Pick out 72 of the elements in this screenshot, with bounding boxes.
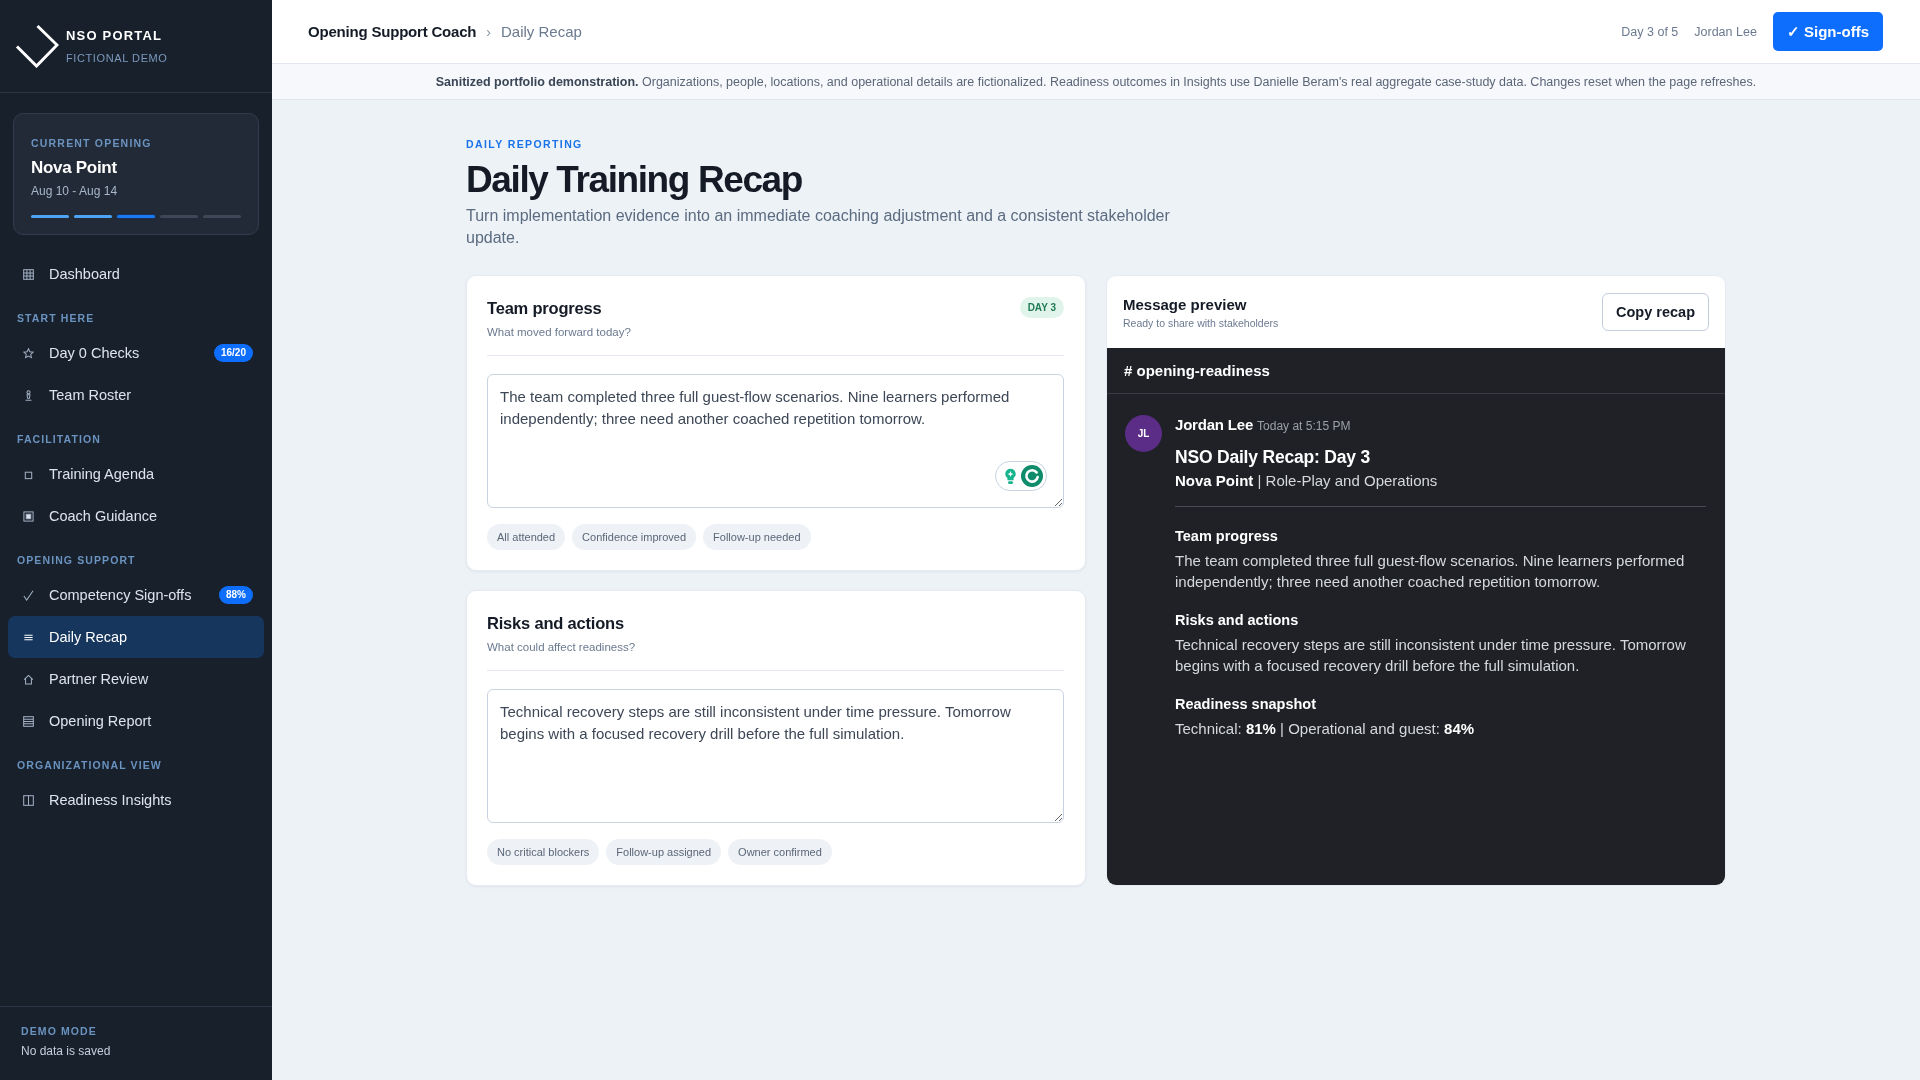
portal-tagline: FICTIONAL DEMO xyxy=(66,50,168,65)
columns-icon xyxy=(23,794,34,806)
suggestion-chip[interactable]: Follow-up assigned xyxy=(606,839,722,865)
suggestion-chip[interactable]: No critical blockers xyxy=(487,839,600,865)
check-icon xyxy=(23,589,34,601)
page-title: Daily Training Recap xyxy=(466,158,803,202)
message-section-title: Team progress xyxy=(1175,527,1279,546)
framed-square-icon xyxy=(23,510,34,522)
footer-text: No data is saved xyxy=(21,1043,112,1059)
message-heading: NSO Daily Recap: Day 3 xyxy=(1175,446,1371,469)
sidebar-item[interactable]: Readiness Insights xyxy=(8,779,264,821)
card-subtitle: What could affect readiness? xyxy=(487,640,636,655)
section-heading: OPENING SUPPORT xyxy=(17,553,137,567)
suggestion-chip[interactable]: Confidence improved xyxy=(572,524,697,550)
user-avatar: JL xyxy=(1125,415,1162,452)
copy-recap-button[interactable]: Copy recap xyxy=(1602,293,1709,331)
ring-logo-icon xyxy=(1021,465,1043,487)
person-icon xyxy=(23,389,34,401)
section-label: DAILY REPORTING xyxy=(466,137,584,151)
suggestion-chip[interactable]: Follow-up needed xyxy=(703,524,811,550)
card-title: Risks and actions xyxy=(487,613,625,634)
suggestion-chip[interactable]: Owner confirmed xyxy=(728,839,832,865)
opening-name: Nova Point xyxy=(31,157,118,179)
sidebar-item[interactable]: Team Roster xyxy=(8,374,264,416)
author-name: Jordan Lee xyxy=(1175,416,1254,433)
sidebar-item[interactable]: Opening Report xyxy=(8,700,264,742)
house-icon xyxy=(23,673,34,685)
card-title: Message preview xyxy=(1123,294,1248,314)
message-section-title: Risks and actions xyxy=(1175,611,1300,630)
count-badge: 88% xyxy=(219,586,253,604)
card-label: CURRENT OPENING xyxy=(31,136,153,150)
open-diamond-logo-icon xyxy=(15,24,59,68)
footer-label: DEMO MODE xyxy=(21,1024,98,1038)
card-title: Team progress xyxy=(487,298,603,319)
count-badge: 16/20 xyxy=(213,344,253,362)
card-subtitle: Ready to share with stakeholders xyxy=(1123,315,1279,330)
message-subheading: Nova Point | Role-Play and Operations xyxy=(1175,471,1439,491)
user-name: Jordan Lee xyxy=(1694,24,1757,39)
breadcrumb-separator: › xyxy=(486,23,491,40)
list-icon xyxy=(23,715,34,727)
note-text-area[interactable]: Technical recovery steps are still inconsistent under time pressure. Tomorrow begins with a focused recovery drill before the full simulation. xyxy=(487,689,1064,823)
sidebar-item[interactable]: Daily Recap xyxy=(8,616,264,658)
grid-icon xyxy=(23,268,34,280)
message-section-title: Readiness snapshot xyxy=(1175,695,1317,714)
lightbulb-icon xyxy=(1004,467,1017,485)
section-heading: FACILITATION xyxy=(17,432,102,446)
sidebar-item[interactable]: Coach Guidance xyxy=(8,495,264,537)
message-time: Today at 5:15 PM xyxy=(1257,419,1351,433)
message-section-text: The team completed three full guest-flow scenarios. Nine learners performed independently; three need another coached repetition tomorrow. xyxy=(1175,551,1686,592)
breadcrumb-link[interactable]: Opening Support Coach xyxy=(308,23,477,40)
suggestion-chip[interactable]: All attended xyxy=(487,524,566,550)
star-icon xyxy=(23,347,34,359)
sidebar-item[interactable]: Partner Review xyxy=(8,658,264,700)
channel-name: # opening-readiness xyxy=(1124,362,1270,379)
demo-notice: Sanitized portfolio demonstration. Organizations, people, locations, and operational details are fictionalized. Readiness outcomes in Insights use Danielle Beram's real aggregate case-study data. Changes reset when the page refreshes. xyxy=(435,74,1757,89)
sidebar-item[interactable]: Dashboard xyxy=(8,253,264,295)
sidebar-item[interactable]: Day 0 Checks 16/20 xyxy=(8,332,264,374)
portal-name: NSO PORTAL xyxy=(66,27,164,44)
message-section-text: Technical: 81% | Operational and guest: 84% xyxy=(1175,719,1476,739)
sidebar-item[interactable]: Competency Sign-offs 88% xyxy=(8,574,264,616)
message-section-text: Technical recovery steps are still inconsistent under time pressure. Tomorrow begins with a focused recovery drill before the full simulation. xyxy=(1175,635,1687,676)
section-heading: ORGANIZATIONAL VIEW xyxy=(17,758,163,772)
breadcrumb-current: Daily Recap xyxy=(500,23,582,40)
sign-offs-button[interactable]: ✓ Sign-offs xyxy=(1772,12,1883,51)
section-heading: START HERE xyxy=(17,311,96,325)
note-text-area[interactable]: The team completed three full guest-flow scenarios. Nine learners performed independently; three need another coached repetition tomorrow. xyxy=(487,374,1064,508)
day-counter: Day 3 of 5 xyxy=(1621,24,1679,39)
date-range: Aug 10 - Aug 14 xyxy=(31,183,119,199)
page-description: Turn implementation evidence into an immediate coaching adjustment and a consistent stakeholder update. xyxy=(466,206,1171,248)
card-subtitle: What moved forward today? xyxy=(487,325,631,340)
day-badge: DAY 3 xyxy=(1019,297,1064,318)
sidebar-item[interactable]: Training Agenda xyxy=(8,453,264,495)
